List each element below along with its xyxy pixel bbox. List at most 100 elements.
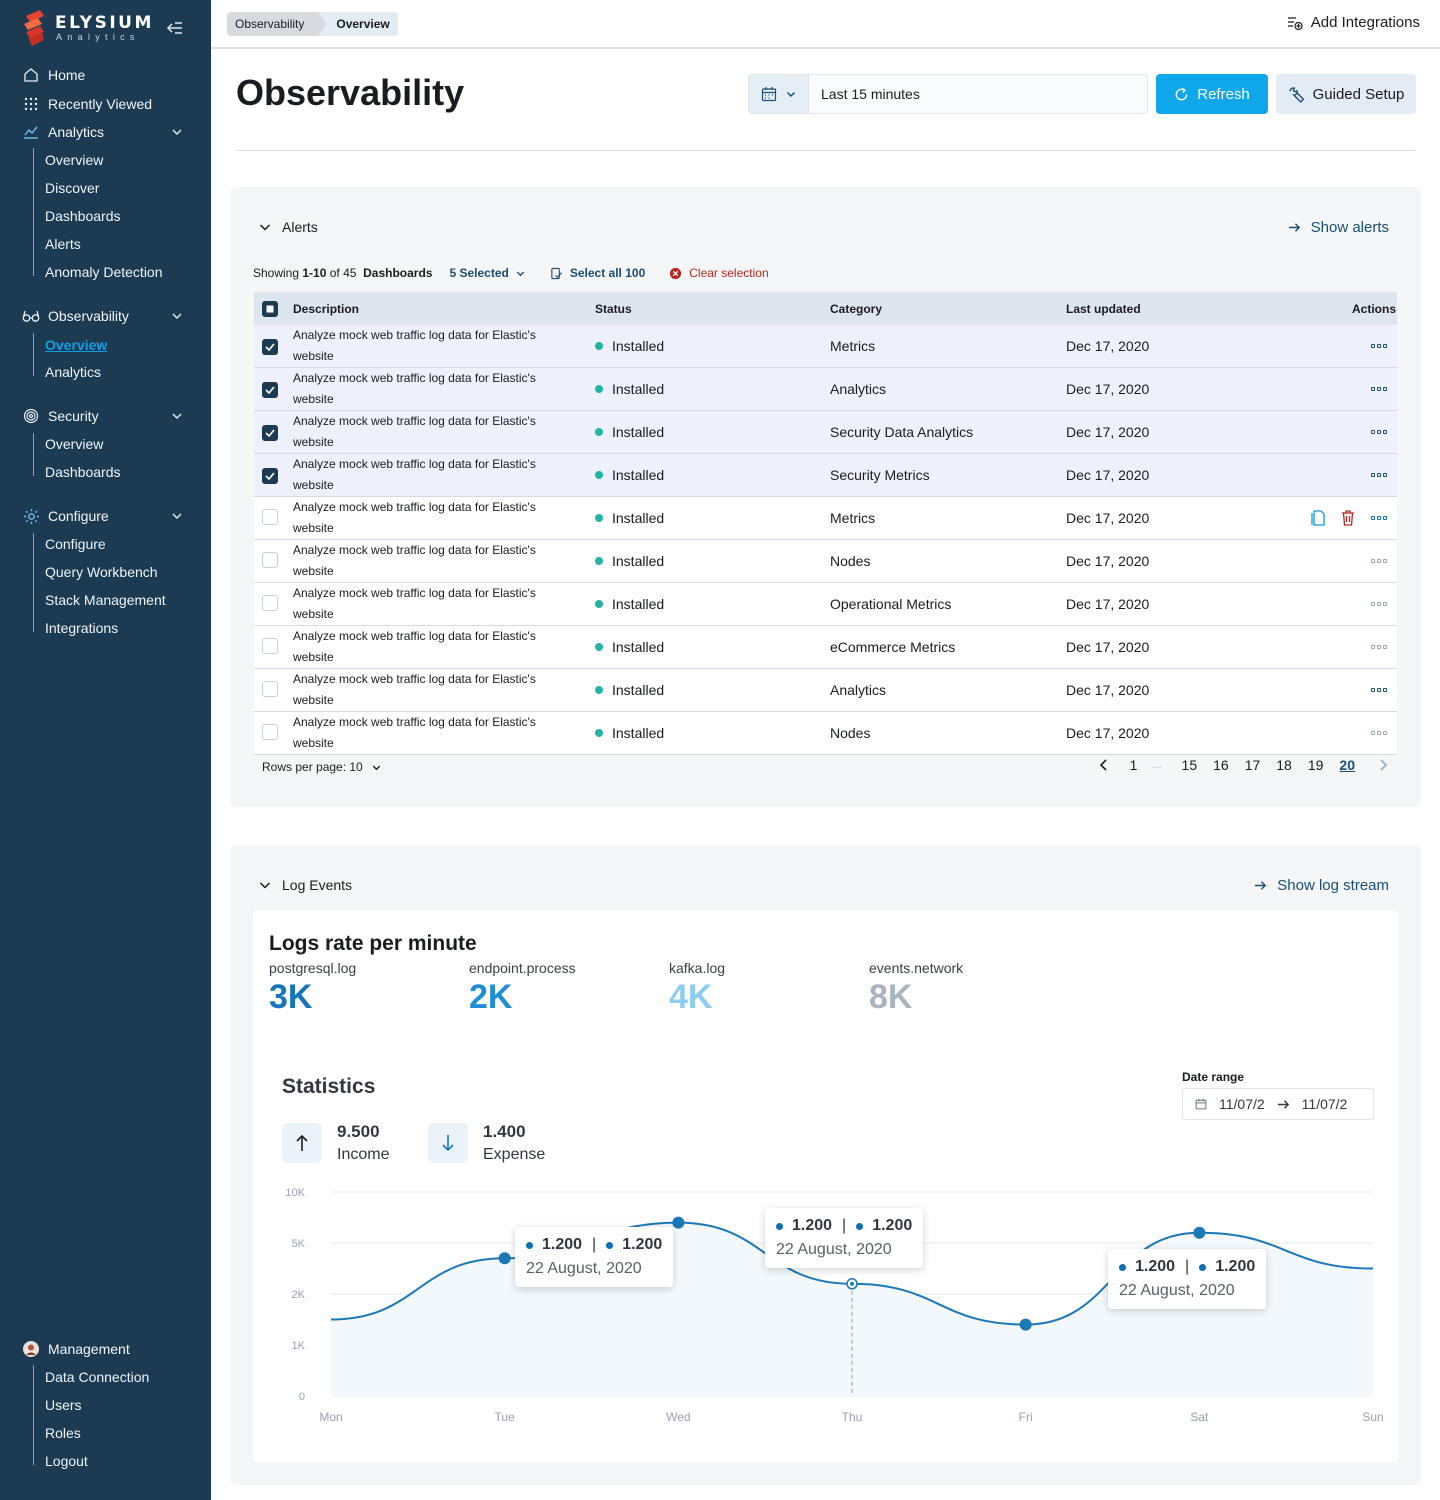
chevron-down-icon[interactable] [170, 125, 184, 139]
sidebar-item-configure[interactable]: Configure [45, 534, 106, 554]
more-actions-icon[interactable] [1371, 386, 1387, 392]
table-row[interactable]: Analyze mock web traffic log data for El… [254, 367, 1397, 411]
copy-icon[interactable] [1311, 510, 1325, 526]
breadcrumb-observability[interactable]: Observability [227, 12, 327, 36]
pagination-page[interactable]: 18 [1276, 757, 1292, 773]
time-range-picker[interactable]: Last 15 minutes [748, 74, 1148, 114]
row-checkbox[interactable] [262, 680, 278, 697]
pagination-page[interactable]: 1 [1130, 757, 1138, 773]
row-checkbox[interactable] [262, 551, 278, 568]
sidebar-item-analytics-overview[interactable]: Overview [45, 150, 103, 170]
row-checkbox[interactable] [262, 723, 278, 740]
rows-per-page-dropdown[interactable]: Rows per page: 10 [262, 760, 382, 774]
sidebar-item-security-overview[interactable]: Overview [45, 434, 103, 454]
more-actions-icon[interactable] [1371, 730, 1387, 736]
sidebar-item-data-connection[interactable]: Data Connection [45, 1367, 149, 1387]
row-checkbox[interactable] [262, 594, 278, 611]
sidebar-item-logout[interactable]: Logout [45, 1451, 88, 1471]
table-row[interactable]: Analyze mock web traffic log data for El… [254, 711, 1397, 755]
clear-selection-button[interactable]: Clear selection [669, 266, 769, 280]
chevron-down-icon[interactable] [170, 309, 184, 323]
table-row[interactable]: Analyze mock web traffic log data for El… [254, 668, 1397, 712]
nav-configure[interactable]: Configure [22, 505, 188, 527]
nav-management[interactable]: Management [22, 1338, 188, 1360]
refresh-button[interactable]: Refresh [1156, 74, 1268, 114]
more-actions-icon[interactable] [1371, 601, 1387, 607]
sidebar-item-integrations[interactable]: Integrations [45, 618, 118, 638]
show-log-stream-link[interactable]: Show log stream [1254, 877, 1389, 894]
chevron-left-icon[interactable] [1098, 758, 1110, 772]
collapse-sidebar-icon[interactable] [166, 20, 184, 36]
chevron-down-icon[interactable] [170, 509, 184, 523]
trash-icon[interactable] [1341, 510, 1355, 526]
data-point[interactable] [1193, 1226, 1206, 1239]
guided-setup-button[interactable]: Guided Setup [1276, 74, 1416, 114]
pagination-page[interactable]: 20 [1339, 757, 1355, 773]
more-actions-icon[interactable] [1371, 687, 1387, 693]
chevron-down-icon[interactable] [170, 409, 184, 423]
configure-tree-line [33, 533, 34, 632]
nav-analytics[interactable]: Analytics [22, 121, 188, 143]
table-row[interactable]: Analyze mock web traffic log data for El… [254, 625, 1397, 669]
table-row[interactable]: Analyze mock web traffic log data for El… [254, 410, 1397, 454]
sidebar-item-query-workbench[interactable]: Query Workbench [45, 562, 158, 582]
sidebar-item-stack-management[interactable]: Stack Management [45, 590, 166, 610]
alerts-toggle[interactable]: Alerts [258, 219, 318, 235]
add-integrations-button[interactable]: Add Integrations [1287, 14, 1420, 31]
sidebar-item-anomaly-detection[interactable]: Anomaly Detection [45, 262, 163, 282]
more-actions-icon[interactable] [1371, 644, 1387, 650]
nav-observability[interactable]: Observability [22, 305, 188, 327]
column-last-updated[interactable]: Last updated [1066, 292, 1276, 325]
more-actions-icon[interactable] [1371, 515, 1387, 521]
date-to-input[interactable]: 11/07/2 [1302, 1096, 1348, 1112]
row-checkbox[interactable] [262, 467, 278, 484]
nav-security[interactable]: Security [22, 405, 188, 427]
sidebar-item-users[interactable]: Users [45, 1395, 82, 1415]
pagination-page[interactable]: 17 [1245, 757, 1261, 773]
sidebar-item-alerts[interactable]: Alerts [45, 234, 81, 254]
sidebar-item-roles[interactable]: Roles [45, 1423, 81, 1443]
pagination-page[interactable]: 16 [1213, 757, 1229, 773]
more-actions-icon[interactable] [1371, 343, 1387, 349]
table-row[interactable]: Analyze mock web traffic log data for El… [254, 539, 1397, 583]
row-checkbox[interactable] [262, 338, 278, 355]
log-events-toggle[interactable]: Log Events [258, 877, 352, 893]
date-range-picker[interactable]: 11/07/2 11/07/2 [1182, 1088, 1374, 1120]
selected-count-dropdown[interactable]: 5 Selected [449, 266, 525, 280]
pagination-page[interactable]: 15 [1182, 757, 1198, 773]
table-row[interactable]: Analyze mock web traffic log data for El… [254, 582, 1397, 626]
nav-recently-viewed[interactable]: Recently Viewed [22, 93, 188, 115]
data-point[interactable] [1019, 1318, 1032, 1331]
select-all-button[interactable]: Select all 100 [550, 266, 645, 280]
more-actions-icon[interactable] [1371, 558, 1387, 564]
sidebar-item-observability-analytics[interactable]: Analytics [45, 362, 101, 382]
row-checkbox[interactable] [262, 508, 278, 525]
pagination-page[interactable]: 19 [1308, 757, 1324, 773]
row-checkbox[interactable] [262, 424, 278, 441]
nav-home[interactable]: Home [22, 64, 188, 86]
data-point[interactable] [672, 1216, 685, 1229]
table-row[interactable]: Analyze mock web traffic log data for El… [254, 496, 1397, 540]
row-checkbox[interactable] [262, 381, 278, 398]
chevron-right-icon[interactable] [1377, 758, 1389, 772]
y-tick-label: 1K [292, 1340, 306, 1352]
time-range-value[interactable]: Last 15 minutes [809, 75, 1147, 113]
sidebar-item-security-dashboards[interactable]: Dashboards [45, 462, 121, 482]
show-alerts-link[interactable]: Show alerts [1288, 219, 1389, 236]
table-row[interactable]: Analyze mock web traffic log data for El… [254, 453, 1397, 497]
table-row[interactable]: Analyze mock web traffic log data for El… [254, 325, 1397, 368]
more-actions-icon[interactable] [1371, 472, 1387, 478]
row-checkbox[interactable] [262, 637, 278, 654]
column-status[interactable]: Status [595, 292, 830, 325]
data-point[interactable] [498, 1252, 511, 1265]
sidebar-item-observability-overview[interactable]: Overview [45, 335, 107, 355]
date-from-input[interactable]: 11/07/2 [1219, 1096, 1265, 1112]
quick-select-button[interactable] [749, 75, 809, 113]
select-all-checkbox[interactable] [262, 300, 278, 317]
sidebar-item-dashboards[interactable]: Dashboards [45, 206, 121, 226]
breadcrumb-overview[interactable]: Overview [318, 12, 398, 36]
sidebar-item-discover[interactable]: Discover [45, 178, 99, 198]
column-category[interactable]: Category [830, 292, 1066, 325]
more-actions-icon[interactable] [1371, 429, 1387, 435]
column-description[interactable]: Description [293, 292, 595, 325]
